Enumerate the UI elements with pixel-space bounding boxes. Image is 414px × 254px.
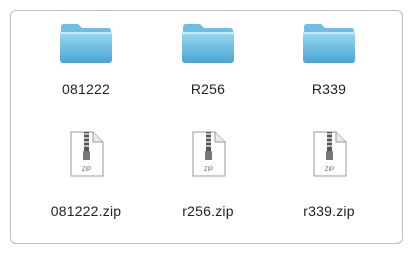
zip-badge: ZIP [325,167,334,173]
zip-file-item[interactable]: ZIP r256.zip [153,11,263,219]
zip-badge: ZIP [82,167,91,173]
zip-file-item[interactable]: ZIP r339.zip [274,11,384,219]
file-label: r339.zip [303,203,355,219]
zip-archive-icon: ZIP [313,131,347,177]
zip-badge: ZIP [204,167,213,173]
zip-archive-icon: ZIP [192,131,226,177]
file-grid: 081222 R256 R339 ZIP 081222.zip ZIP r256… [11,11,402,243]
finder-window: 081222 R256 R339 ZIP 081222.zip ZIP r256… [10,10,403,244]
zip-archive-icon: ZIP [70,131,104,177]
file-label: r256.zip [182,203,234,219]
file-label: 081222.zip [50,203,122,219]
zip-file-item[interactable]: ZIP 081222.zip [31,11,141,219]
